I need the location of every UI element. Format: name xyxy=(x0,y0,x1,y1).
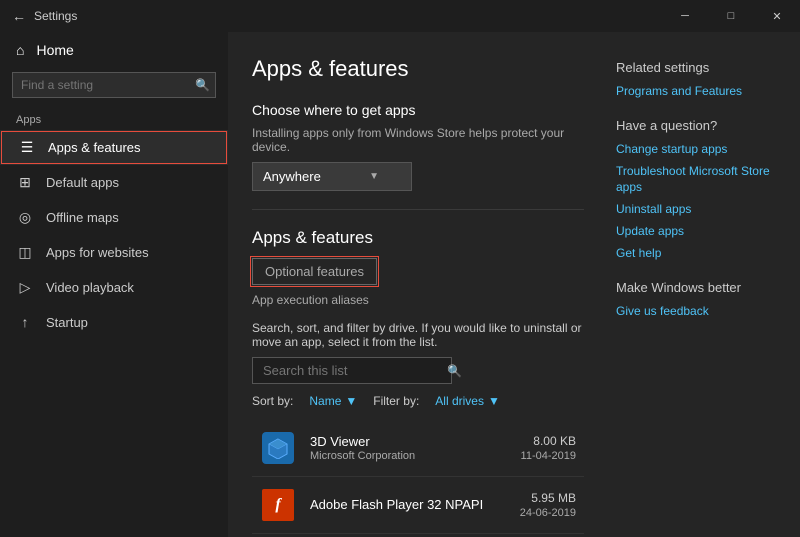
apps-search-icon: 🔍 xyxy=(447,364,462,378)
home-icon: ⌂ xyxy=(16,42,24,58)
sort-value: Name xyxy=(309,394,341,408)
give-feedback-link[interactable]: Give us feedback xyxy=(616,303,776,320)
sidebar-item-default-apps[interactable]: ⊞ Default apps xyxy=(0,165,228,200)
sidebar-item-label-video-playback: Video playback xyxy=(46,280,134,295)
sort-label: Sort by: xyxy=(252,394,293,408)
page-title: Apps & features xyxy=(252,56,584,82)
related-settings-title: Related settings xyxy=(616,60,776,75)
filter-label: Filter by: xyxy=(373,394,419,408)
make-better-title: Make Windows better xyxy=(616,280,776,295)
titlebar: ← Settings ─ □ ✕ xyxy=(0,0,800,32)
programs-features-link[interactable]: Programs and Features xyxy=(616,83,776,100)
dropdown-value: Anywhere xyxy=(263,169,321,184)
home-label: Home xyxy=(36,42,73,58)
video-playback-icon: ▷ xyxy=(16,279,34,296)
app-info-flash-npapi: Adobe Flash Player 32 NPAPI xyxy=(310,497,506,513)
close-button[interactable]: ✕ xyxy=(754,0,800,32)
sidebar-search-input[interactable] xyxy=(12,72,216,98)
app-name-flash-npapi: Adobe Flash Player 32 NPAPI xyxy=(310,497,506,512)
sort-chevron-icon: ▼ xyxy=(345,394,357,408)
sidebar-item-offline-maps[interactable]: ◎ Offline maps xyxy=(0,200,228,235)
make-windows-better-section: Make Windows better Give us feedback xyxy=(616,280,776,320)
update-apps-link[interactable]: Update apps xyxy=(616,223,776,240)
search-description: Search, sort, and filter by drive. If yo… xyxy=(252,321,584,349)
app-date-3d-viewer: 11-04-2019 xyxy=(521,450,576,462)
content-area: Apps & features Choose where to get apps… xyxy=(228,32,800,537)
default-apps-icon: ⊞ xyxy=(16,174,34,191)
back-icon[interactable]: ← xyxy=(12,8,26,24)
app-date-flash-npapi: 24-06-2019 xyxy=(520,507,576,519)
choose-apps-desc: Installing apps only from Windows Store … xyxy=(252,126,584,154)
filter-chevron-icon: ▼ xyxy=(488,394,500,408)
sidebar-item-label-apps-features: Apps & features xyxy=(48,140,141,155)
change-startup-link[interactable]: Change startup apps xyxy=(616,141,776,158)
app-meta-3d-viewer: 8.00 KB 11-04-2019 xyxy=(521,434,576,462)
sidebar-item-apps-websites[interactable]: ◫ Apps for websites xyxy=(0,235,228,270)
app-item-flash-npapi[interactable]: f Adobe Flash Player 32 NPAPI 5.95 MB 24… xyxy=(252,477,584,534)
sidebar-item-label-offline-maps: Offline maps xyxy=(46,210,119,225)
sidebar-item-startup[interactable]: ↑ Startup xyxy=(0,305,228,339)
apps-websites-icon: ◫ xyxy=(16,244,34,261)
sidebar-search-icon: 🔍 xyxy=(195,78,210,92)
app-meta-flash-npapi: 5.95 MB 24-06-2019 xyxy=(520,491,576,519)
section-divider-1 xyxy=(252,209,584,210)
uninstall-apps-link[interactable]: Uninstall apps xyxy=(616,201,776,218)
titlebar-left: ← Settings xyxy=(12,8,77,24)
content-main: Apps & features Choose where to get apps… xyxy=(252,56,584,537)
titlebar-controls: ─ □ ✕ xyxy=(662,0,800,32)
app-name-3d-viewer: 3D Viewer xyxy=(310,434,507,449)
minimize-button[interactable]: ─ xyxy=(662,0,708,32)
sidebar-item-label-apps-websites: Apps for websites xyxy=(46,245,149,260)
filter-dropdown[interactable]: All drives ▼ xyxy=(435,394,500,408)
have-a-question-section: Have a question? Change startup apps Tro… xyxy=(616,118,776,262)
dropdown-chevron-icon: ▼ xyxy=(369,171,379,182)
titlebar-title: Settings xyxy=(34,9,77,23)
sidebar-item-video-playback[interactable]: ▷ Video playback xyxy=(0,270,228,305)
apps-search-input[interactable] xyxy=(263,363,439,378)
get-help-link[interactable]: Get help xyxy=(616,245,776,262)
maximize-button[interactable]: □ xyxy=(708,0,754,32)
apps-section-title: Apps & features xyxy=(252,228,584,248)
3d-viewer-icon xyxy=(262,432,294,464)
optional-features-button[interactable]: Optional features xyxy=(252,258,377,285)
app-size-3d-viewer: 8.00 KB xyxy=(521,434,576,448)
main-layout: ⌂ Home 🔍 Apps ☰ Apps & features ⊞ Defaul… xyxy=(0,32,800,537)
sidebar-item-label-startup: Startup xyxy=(46,315,88,330)
choose-apps-section: Choose where to get apps Installing apps… xyxy=(252,102,584,191)
startup-icon: ↑ xyxy=(16,314,34,330)
app-icon-flash-npapi: f xyxy=(260,487,296,523)
sidebar-section-label: Apps xyxy=(0,106,228,130)
app-list: 3D Viewer Microsoft Corporation 8.00 KB … xyxy=(252,420,584,537)
apps-source-dropdown[interactable]: Anywhere ▼ xyxy=(252,162,412,191)
app-size-flash-npapi: 5.95 MB xyxy=(520,491,576,505)
offline-maps-icon: ◎ xyxy=(16,209,34,226)
sort-dropdown[interactable]: Name ▼ xyxy=(309,394,357,408)
app-info-3d-viewer: 3D Viewer Microsoft Corporation xyxy=(310,434,507,462)
app-icon-3d-viewer xyxy=(260,430,296,466)
app-publisher-3d-viewer: Microsoft Corporation xyxy=(310,450,507,462)
filter-value: All drives xyxy=(435,394,484,408)
troubleshoot-store-link[interactable]: Troubleshoot Microsoft Store apps xyxy=(616,163,776,197)
right-panel: Related settings Programs and Features H… xyxy=(616,56,776,537)
sidebar-item-label-default-apps: Default apps xyxy=(46,175,119,190)
flash-npapi-icon: f xyxy=(262,489,294,521)
app-execution-aliases-link[interactable]: App execution aliases xyxy=(252,293,584,307)
sidebar-item-apps-features[interactable]: ☰ Apps & features xyxy=(0,130,228,165)
sidebar-home-button[interactable]: ⌂ Home xyxy=(0,32,228,68)
apps-features-icon: ☰ xyxy=(18,139,36,156)
filters-row: Sort by: Name ▼ Filter by: All drives ▼ xyxy=(252,394,584,408)
choose-apps-title: Choose where to get apps xyxy=(252,102,584,118)
question-title: Have a question? xyxy=(616,118,776,133)
sidebar-search-container: 🔍 xyxy=(12,72,216,98)
sidebar: ⌂ Home 🔍 Apps ☰ Apps & features ⊞ Defaul… xyxy=(0,32,228,537)
apps-features-section: Apps & features Optional features App ex… xyxy=(252,228,584,537)
app-item-3d-viewer[interactable]: 3D Viewer Microsoft Corporation 8.00 KB … xyxy=(252,420,584,477)
apps-search-box[interactable]: 🔍 xyxy=(252,357,452,384)
